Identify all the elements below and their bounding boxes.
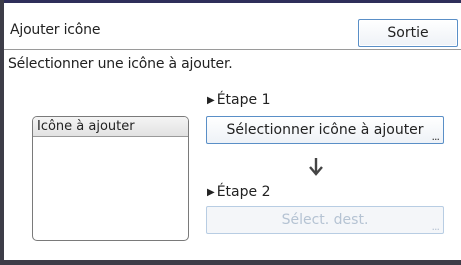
select-destination-button[interactable]: Sélect. dest. ... (206, 206, 444, 234)
arrow-down-icon (309, 158, 323, 176)
step-1-text: Étape 1 (216, 92, 271, 108)
frame-top-edge (0, 0, 461, 3)
more-icon: ... (431, 220, 440, 233)
icon-to-add-list[interactable]: Icône à ajouter (32, 116, 189, 241)
title-separator (4, 49, 461, 50)
select-icon-button-label: Sélectionner icône à ajouter (226, 122, 424, 138)
right-triangle-icon: ▶ (207, 187, 215, 198)
right-triangle-icon: ▶ (207, 95, 215, 106)
step-2-label: ▶ Étape 2 (207, 184, 270, 200)
step-2-text: Étape 2 (216, 184, 271, 200)
instruction-text: Sélectionner une icône à ajouter. (8, 56, 233, 72)
more-icon: ... (431, 130, 440, 143)
icon-list-header: Icône à ajouter (33, 117, 188, 137)
screen-title: Ajouter icône (10, 22, 101, 38)
select-destination-button-label: Sélect. dest. (281, 212, 369, 228)
exit-button[interactable]: Sortie (358, 19, 458, 47)
frame-bottom-edge (0, 260, 461, 265)
step-1-label: ▶ Étape 1 (207, 92, 270, 108)
title-bar: Ajouter icône Sortie (4, 12, 461, 48)
select-icon-button[interactable]: Sélectionner icône à ajouter ... (206, 116, 444, 144)
